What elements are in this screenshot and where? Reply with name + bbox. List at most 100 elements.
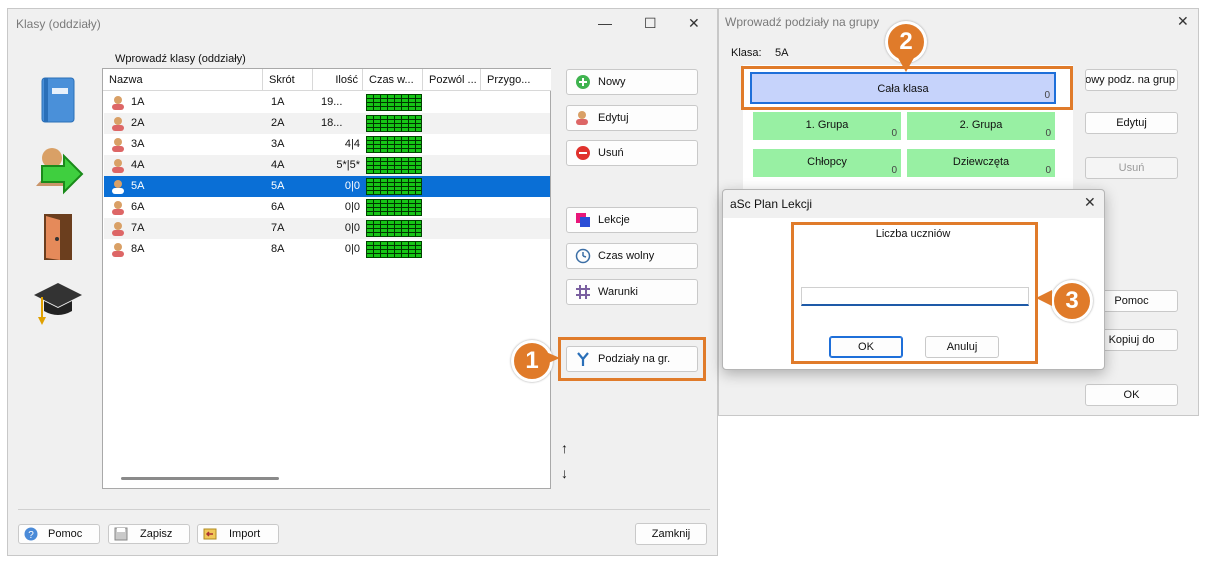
person-icon xyxy=(112,96,124,110)
copy-to-button-label: Kopiuj do xyxy=(1108,334,1155,346)
callout-pointer-1 xyxy=(546,352,560,364)
minus-icon xyxy=(576,146,590,160)
close-icon[interactable]: ✕ xyxy=(1084,194,1096,211)
cell-count: 19... xyxy=(321,96,343,108)
cell-count: 4|4 xyxy=(344,138,360,150)
group-count: 0 xyxy=(1045,165,1051,176)
close-icon[interactable]: ✕ xyxy=(688,15,700,32)
cell-name: 5A xyxy=(131,180,145,192)
ok-division-button[interactable]: OK xyxy=(1085,384,1178,406)
close-icon[interactable]: ✕ xyxy=(1177,13,1189,30)
delete-button[interactable]: Usuń xyxy=(566,140,698,166)
group-box[interactable]: Dziewczęta 0 xyxy=(907,149,1055,177)
cell-short: 4A xyxy=(271,159,285,171)
column-header-prepare[interactable]: Przygo... xyxy=(481,69,551,91)
group-box[interactable]: 1. Grupa 0 xyxy=(753,112,901,140)
clock-icon xyxy=(575,248,591,264)
cell-short: 8A xyxy=(271,243,285,255)
import-icon xyxy=(203,528,217,540)
group-box[interactable]: Chłopcy 0 xyxy=(753,149,901,177)
lessons-button[interactable]: Lekcje xyxy=(566,207,698,233)
time-bar xyxy=(366,157,422,174)
dialog-title: aSc Plan Lekcji xyxy=(730,197,813,211)
time-bar xyxy=(366,241,422,258)
column-header-allow[interactable]: Pozwól ... xyxy=(423,69,481,91)
person-icon xyxy=(112,201,124,215)
delete-division-button-label: Usuń xyxy=(1118,162,1145,174)
table-row[interactable]: 6A 6A 0|0 xyxy=(104,197,550,218)
cell-name: 6A xyxy=(131,201,145,213)
person-icon xyxy=(112,138,124,152)
group-count: 0 xyxy=(891,128,897,139)
import-button[interactable]: Import xyxy=(197,524,279,544)
callout-box-3 xyxy=(791,222,1038,364)
delete-button-label: Usuń xyxy=(598,147,624,159)
group-label: 2. Grupa xyxy=(959,119,1003,131)
classes-table[interactable]: Nazwa Skrót Ilość Czas w... Pozwól ... P… xyxy=(102,68,551,489)
person-edit-icon xyxy=(576,111,588,125)
column-header-time[interactable]: Czas w... xyxy=(363,69,423,91)
window-title: Klasy (oddziały) xyxy=(16,17,101,31)
lessons-icon xyxy=(576,213,590,227)
grid-caption: Wprowadź klasy (oddziały) xyxy=(115,53,246,65)
conditions-button-label: Warunki xyxy=(598,286,638,298)
close-button-label: Zamknij xyxy=(651,528,691,540)
maximize-icon[interactable]: ☐ xyxy=(644,15,657,32)
edit-division-button[interactable]: Edytuj xyxy=(1085,112,1178,134)
delete-division-button[interactable]: Usuń xyxy=(1085,157,1178,179)
group-box[interactable]: 2. Grupa 0 xyxy=(907,112,1055,140)
table-row[interactable]: 7A 7A 0|0 xyxy=(104,218,550,239)
cell-name: 4A xyxy=(131,159,145,171)
move-up-arrow[interactable]: ↑ xyxy=(561,440,568,456)
time-bar xyxy=(366,220,422,237)
students-transfer-icon[interactable] xyxy=(32,142,84,198)
hash-icon xyxy=(576,285,590,299)
cell-name: 1A xyxy=(131,96,145,108)
callout-box-1 xyxy=(558,337,706,381)
person-icon xyxy=(112,180,124,194)
column-header-name[interactable]: Nazwa xyxy=(103,69,263,91)
table-row[interactable]: 8A 8A 0|0 xyxy=(104,239,550,260)
new-button[interactable]: Nowy xyxy=(566,69,698,95)
new-button-label: Nowy xyxy=(598,76,626,88)
edit-button[interactable]: Edytuj xyxy=(566,105,698,131)
new-division-button[interactable]: owy podz. na grup xyxy=(1085,69,1178,91)
window-title: Wprowadź podziały na grupy xyxy=(725,15,880,29)
table-row-selected[interactable]: 5A 5A 0|0 xyxy=(104,176,550,197)
column-header-short[interactable]: Skrót xyxy=(263,69,313,91)
conditions-button[interactable]: Warunki xyxy=(566,279,698,305)
graduation-cap-icon[interactable] xyxy=(32,277,84,327)
move-down-arrow[interactable]: ↓ xyxy=(561,465,568,481)
callout-pointer-2 xyxy=(897,56,915,72)
minimize-icon[interactable]: — xyxy=(598,15,612,31)
time-bar xyxy=(366,115,422,132)
table-row[interactable]: 2A 2A 18... xyxy=(104,113,550,134)
help-button[interactable]: ? Pomoc xyxy=(18,524,100,544)
save-button[interactable]: Zapisz xyxy=(108,524,190,544)
time-bar xyxy=(366,136,422,153)
group-label: Dziewczęta xyxy=(952,156,1010,168)
cell-name: 7A xyxy=(131,222,145,234)
horizontal-scrollbar[interactable] xyxy=(121,477,279,480)
save-icon xyxy=(114,527,128,541)
table-row[interactable]: 1A 1A 19... xyxy=(104,92,550,113)
book-icon[interactable] xyxy=(38,76,78,124)
cell-name: 8A xyxy=(131,243,145,255)
door-icon[interactable] xyxy=(38,212,78,262)
student-count-dialog: aSc Plan Lekcji ✕ Liczba uczniów OK Anul… xyxy=(722,189,1105,370)
help-division-button-label: Pomoc xyxy=(1114,295,1149,307)
table-row[interactable]: 3A 3A 4|4 xyxy=(104,134,550,155)
table-row[interactable]: 4A 4A 5*|5* xyxy=(104,155,550,176)
save-button-label: Zapisz xyxy=(140,528,173,540)
callout-badge-3: 3 xyxy=(1051,280,1093,322)
column-header-count[interactable]: Ilość xyxy=(313,69,363,91)
person-icon xyxy=(112,117,124,131)
free-time-button-label: Czas wolny xyxy=(598,250,655,262)
person-icon xyxy=(112,243,124,257)
cell-name: 2A xyxy=(131,117,145,129)
callout-pointer-3 xyxy=(1036,290,1052,306)
ok-division-button-label: OK xyxy=(1123,389,1140,401)
free-time-button[interactable]: Czas wolny xyxy=(566,243,698,269)
cell-count: 0|0 xyxy=(344,222,360,234)
close-button[interactable]: Zamknij xyxy=(635,523,707,545)
